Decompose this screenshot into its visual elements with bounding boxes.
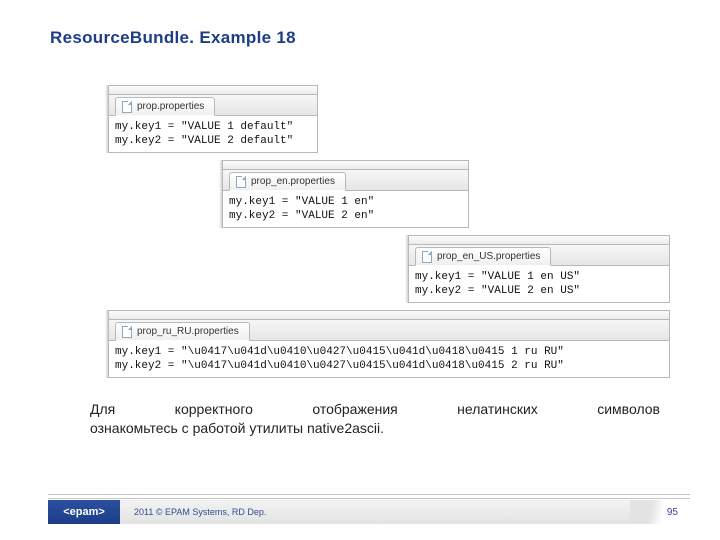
tab-label: prop.properties	[137, 101, 204, 112]
code-line: my.key1 = "VALUE 1 default"	[115, 121, 293, 133]
code-line: my.key2 = "VALUE 2 en"	[229, 210, 374, 222]
editor-window-prop-en-us: prop_en_US.properties my.key1 = "VALUE 1…	[408, 235, 670, 303]
tab-row: prop_en.properties	[222, 169, 469, 191]
tab-prop-en[interactable]: prop_en.properties	[229, 172, 346, 191]
note-line: Для корректного отображения нелатинских …	[90, 400, 660, 419]
footer-rule	[48, 498, 690, 499]
editor-window-prop-en: prop_en.properties my.key1 = "VALUE 1 en…	[222, 160, 469, 228]
tab-label: prop_ru_RU.properties	[137, 326, 239, 337]
page-title: ResourceBundle. Example 18	[50, 28, 296, 48]
epam-logo: <epam>	[48, 500, 120, 524]
copyright: 2011 © EPAM Systems, RD Dep.	[134, 500, 266, 524]
note-line: ознакомьтесь с работой утилиты native2as…	[90, 419, 660, 438]
tab-prop-en-us[interactable]: prop_en_US.properties	[415, 247, 551, 266]
tab-prop-ru-ru[interactable]: prop_ru_RU.properties	[115, 322, 250, 341]
tab-prop[interactable]: prop.properties	[115, 97, 215, 116]
page-number: 95	[667, 500, 678, 524]
code-line: my.key1 = "\u0417\u041d\u0410\u0427\u041…	[115, 346, 564, 358]
tab-label: prop_en_US.properties	[437, 251, 540, 262]
footer-rule	[48, 494, 690, 495]
footer-bar-angle	[630, 500, 690, 524]
window-top-strip	[108, 85, 318, 94]
code-line: my.key2 = "VALUE 2 default"	[115, 135, 293, 147]
tab-row: prop_ru_RU.properties	[108, 319, 670, 341]
window-top-strip	[222, 160, 469, 169]
tab-row: prop.properties	[108, 94, 318, 116]
slide-note: Для корректного отображения нелатинских …	[90, 400, 660, 438]
slide-footer: <epam> 2011 © EPAM Systems, RD Dep. 95	[0, 494, 720, 526]
tab-row: prop_en_US.properties	[408, 244, 670, 266]
file-icon	[236, 176, 246, 188]
editor-window-prop: prop.properties my.key1 = "VALUE 1 defau…	[108, 85, 318, 153]
code-area: my.key1 = "\u0417\u041d\u0410\u0427\u041…	[108, 341, 670, 378]
code-area: my.key1 = "VALUE 1 default" my.key2 = "V…	[108, 116, 318, 153]
slide: ResourceBundle. Example 18 prop.properti…	[0, 0, 720, 540]
tab-label: prop_en.properties	[251, 176, 335, 187]
file-icon	[122, 326, 132, 338]
code-line: my.key1 = "VALUE 1 en US"	[415, 271, 580, 283]
editor-window-prop-ru-ru: prop_ru_RU.properties my.key1 = "\u0417\…	[108, 310, 670, 378]
file-icon	[122, 101, 132, 113]
window-top-strip	[408, 235, 670, 244]
window-top-strip	[108, 310, 670, 319]
code-line: my.key1 = "VALUE 1 en"	[229, 196, 374, 208]
code-area: my.key1 = "VALUE 1 en US" my.key2 = "VAL…	[408, 266, 670, 303]
code-area: my.key1 = "VALUE 1 en" my.key2 = "VALUE …	[222, 191, 469, 228]
code-line: my.key2 = "\u0417\u041d\u0410\u0427\u041…	[115, 360, 564, 372]
code-line: my.key2 = "VALUE 2 en US"	[415, 285, 580, 297]
file-icon	[422, 251, 432, 263]
